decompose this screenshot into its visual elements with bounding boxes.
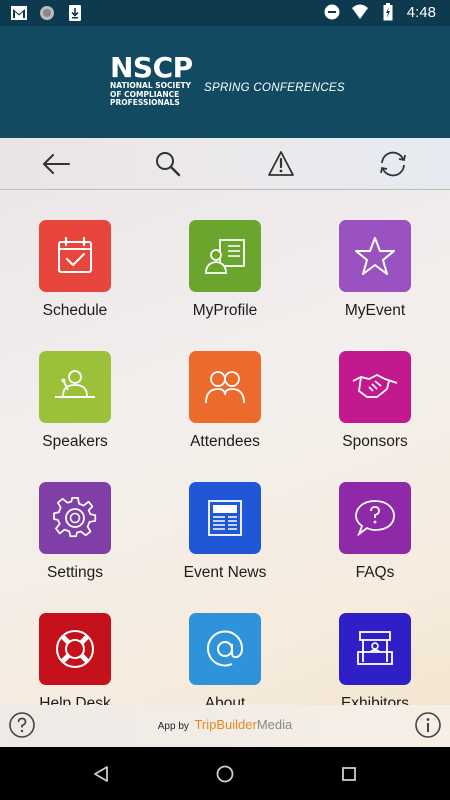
credit-brand-media: Media <box>256 717 293 732</box>
people-icon <box>205 371 245 404</box>
status-time: 4:48 <box>406 3 436 21</box>
footer-bar: App by TripBuilderMedia <box>0 705 450 747</box>
menu-item-label: Help Desk <box>39 695 111 705</box>
search-button[interactable] <box>152 148 184 180</box>
menu-grid: Schedule MyProfile MyEvent Speakers Atte… <box>0 191 450 705</box>
menu-item-myevent[interactable]: MyEvent <box>315 191 435 319</box>
alert-icon <box>268 151 294 176</box>
settings-tile-bg <box>39 482 111 554</box>
menu-item-label: FAQs <box>355 564 395 581</box>
menu-item-label: Attendees <box>190 433 260 450</box>
do-not-disturb-icon <box>323 3 341 21</box>
menu-item-faqs[interactable]: FAQs <box>315 453 435 581</box>
booth-icon <box>357 631 393 665</box>
menu-item-label: About <box>204 695 246 705</box>
home-circle-icon <box>216 765 234 783</box>
help-desk-tile-bg <box>39 613 111 685</box>
myevent-tile-bg <box>339 220 411 292</box>
newspaper-icon <box>208 500 242 536</box>
profile-card-icon <box>205 239 245 274</box>
back-triangle-icon <box>94 766 108 782</box>
schedule-tile-bg <box>39 220 111 292</box>
info-button[interactable] <box>414 711 442 739</box>
menu-item-myprofile[interactable]: MyProfile <box>165 191 285 319</box>
toolbar <box>0 138 450 190</box>
speaker-podium-icon <box>55 370 95 398</box>
attendees-tile-bg <box>189 351 261 423</box>
about-tile-bg <box>189 613 261 685</box>
status-bar: 4:48 <box>0 0 450 26</box>
back-button[interactable] <box>40 148 72 180</box>
app-credit: App by TripBuilderMedia <box>0 717 450 732</box>
handshake-icon <box>352 373 398 398</box>
event-news-tile-bg <box>189 482 261 554</box>
download-icon <box>66 4 84 22</box>
menu-item-settings[interactable]: Settings <box>15 453 135 581</box>
exhibitors-tile-bg <box>339 613 411 685</box>
battery-charging-icon <box>379 3 397 21</box>
recents-square-icon <box>342 767 356 781</box>
faqs-tile-bg <box>339 482 411 554</box>
sync-icon <box>380 151 406 177</box>
menu-item-attendees[interactable]: Attendees <box>165 322 285 450</box>
menu-item-label: Exhibitors <box>340 695 410 705</box>
credit-prefix: App by <box>157 721 189 732</box>
menu-item-exhibitors[interactable]: Exhibitors <box>315 584 435 705</box>
system-nav-bar <box>0 747 450 800</box>
alerts-button[interactable] <box>265 148 297 180</box>
back-arrow-icon <box>43 154 70 174</box>
search-icon <box>156 152 181 177</box>
menu-item-schedule[interactable]: Schedule <box>15 191 135 319</box>
logo-main-text: NSCP <box>110 51 193 84</box>
menu-item-label: Event News <box>183 564 267 581</box>
menu-item-about[interactable]: About <box>165 584 285 705</box>
menu-item-event-news[interactable]: Event News <box>165 453 285 581</box>
menu-item-label: Settings <box>46 564 103 581</box>
menu-item-label: MyProfile <box>192 302 258 319</box>
menu-item-label: Sponsors <box>342 433 408 450</box>
menu-item-help-desk[interactable]: Help Desk <box>15 584 135 705</box>
star-icon <box>355 237 395 275</box>
menu-item-sponsors[interactable]: Sponsors <box>315 322 435 450</box>
app-header: NSCP NATIONAL SOCIETY OF COMPLIANCE PROF… <box>0 26 450 138</box>
sponsors-tile-bg <box>339 351 411 423</box>
system-recents-button[interactable] <box>336 761 362 787</box>
nscp-logo: NSCP NATIONAL SOCIETY OF COMPLIANCE PROF… <box>110 54 202 108</box>
wifi-icon <box>351 3 369 21</box>
credit-brand-tripbuilder: TripBuilder <box>194 717 257 732</box>
logo-subtitle: NATIONAL SOCIETY OF COMPLIANCE PROFESSIO… <box>110 81 191 107</box>
sync-button[interactable] <box>377 148 409 180</box>
speakers-tile-bg <box>39 351 111 423</box>
at-sign-icon <box>207 630 244 667</box>
menu-item-speakers[interactable]: Speakers <box>15 322 135 450</box>
menu-item-label: Schedule <box>42 302 108 319</box>
gear-icon <box>53 497 97 538</box>
myprofile-tile-bg <box>189 220 261 292</box>
info-circle-icon <box>415 712 441 738</box>
system-home-button[interactable] <box>212 761 238 787</box>
lifebuoy-icon <box>56 630 94 668</box>
calendar-check-icon <box>58 236 92 273</box>
event-tagline: SPRING CONFERENCES <box>204 82 345 94</box>
question-bubble-icon <box>355 500 395 537</box>
system-back-button[interactable] <box>88 761 114 787</box>
gmail-icon <box>10 4 28 22</box>
menu-item-label: Speakers <box>42 433 108 450</box>
menu-item-label: MyEvent <box>344 302 406 319</box>
circle-notification-icon <box>38 4 56 22</box>
